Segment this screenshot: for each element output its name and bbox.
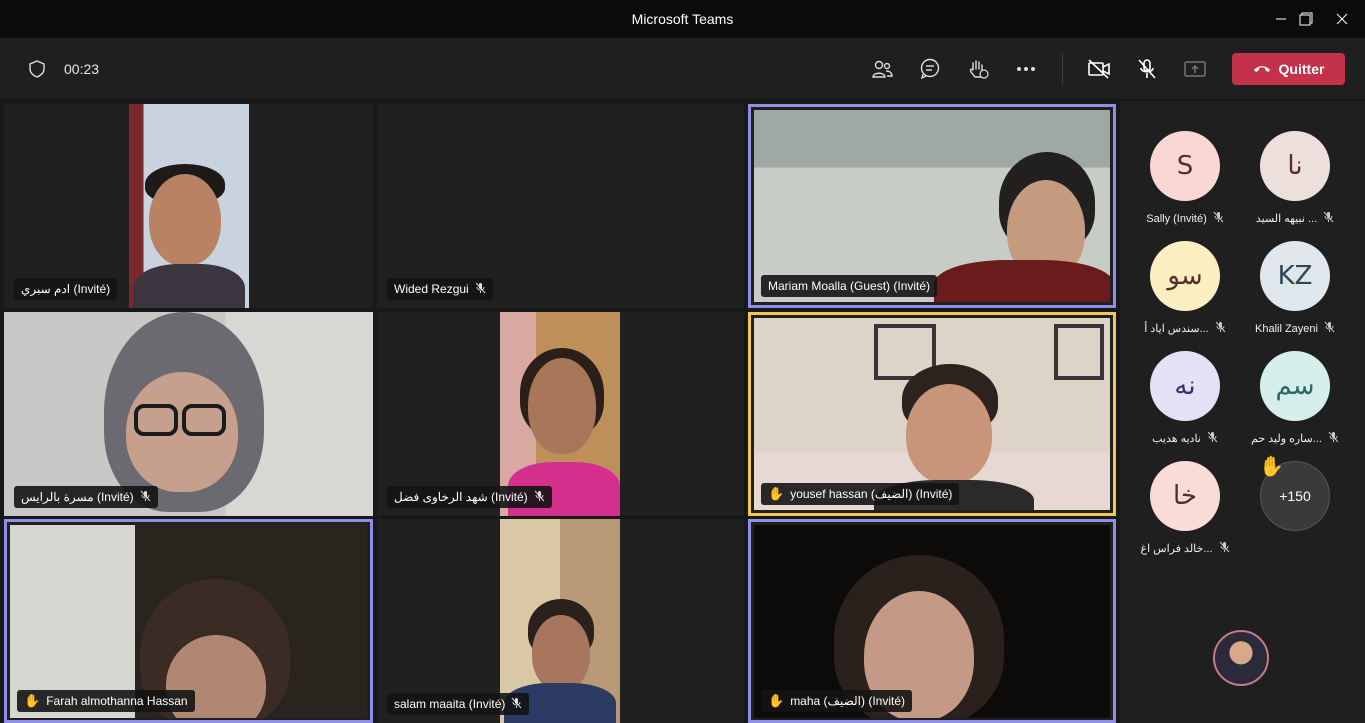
roster-person[interactable]: نا نبيهه السيد ... bbox=[1240, 131, 1350, 226]
roster-person[interactable]: S Sally (Invité) bbox=[1130, 131, 1240, 226]
avatar: خا bbox=[1150, 461, 1220, 531]
more-icon[interactable] bbox=[1011, 54, 1041, 84]
mic-off-icon[interactable] bbox=[1132, 54, 1162, 84]
people-icon[interactable] bbox=[867, 54, 897, 84]
roster-name: Sally (Invité) bbox=[1146, 212, 1207, 225]
overflow-count: ✋ +150 bbox=[1259, 456, 1330, 531]
avatar: KZ bbox=[1260, 241, 1330, 311]
participant-name-tag: Wided Rezgui bbox=[387, 278, 493, 300]
mic-off-icon bbox=[1324, 321, 1335, 336]
video-tile[interactable]: مسرة بالرايس (Invité) bbox=[4, 312, 373, 516]
mic-off-icon bbox=[1215, 321, 1226, 336]
participant-name-tag: ادم سبري (Invité) bbox=[14, 278, 118, 300]
participant-name: Farah almothanna Hassan bbox=[46, 694, 188, 708]
video-tile[interactable]: شهد الرخاوى فضل (Invité) bbox=[377, 312, 744, 516]
participant-video bbox=[754, 110, 1110, 302]
window-title: Microsoft Teams bbox=[631, 11, 734, 27]
roster-name: خالد فراس اغ... bbox=[1140, 543, 1213, 555]
participant-name-tag: مسرة بالرايس (Invité) bbox=[14, 486, 158, 508]
camera-off-icon[interactable] bbox=[1084, 54, 1114, 84]
mic-off-icon bbox=[1213, 211, 1224, 226]
video-tile[interactable]: ✋ Farah almothanna Hassan bbox=[4, 519, 373, 723]
participant-video bbox=[754, 318, 1110, 510]
avatar: نا bbox=[1260, 131, 1330, 201]
roster-name-row: ناديه هديب bbox=[1130, 431, 1240, 446]
mic-off-icon bbox=[140, 490, 151, 505]
participant-name: ادم سبري (Invité) bbox=[21, 282, 111, 296]
avatar: نه bbox=[1150, 351, 1220, 421]
avatar: S bbox=[1150, 131, 1220, 201]
video-grid: ادم سبري (Invité) Wided Rezgui Mariam Mo… bbox=[0, 101, 1120, 723]
mic-off-icon bbox=[1207, 431, 1218, 446]
mic-off-icon bbox=[1323, 211, 1334, 226]
mic-off-icon bbox=[511, 697, 522, 712]
participant-name-tag: شهد الرخاوى فضل (Invité) bbox=[387, 486, 552, 508]
leave-button[interactable]: Quitter bbox=[1232, 53, 1345, 85]
participant-name-tag: Mariam Moalla (Guest) (Invité) bbox=[761, 275, 938, 297]
toolbar-divider bbox=[1062, 53, 1063, 85]
participant-gallery: S Sally (Invité) نا نبيهه السيد ... سو س… bbox=[1120, 101, 1365, 589]
participant-name: مسرة بالرايس (Invité) bbox=[21, 490, 134, 504]
roster-name-row: Khalil Zayeni bbox=[1240, 321, 1350, 336]
roster-person[interactable]: سم ساره وليد حم... bbox=[1240, 351, 1350, 446]
close-icon[interactable] bbox=[1319, 0, 1365, 38]
roster-name-row: خالد فراس اغ... bbox=[1130, 541, 1240, 556]
raised-hand-icon: ✋ bbox=[1259, 456, 1284, 478]
roster-name: نبيهه السيد ... bbox=[1255, 213, 1318, 225]
raised-hand-icon: ✋ bbox=[768, 693, 785, 708]
video-tile[interactable]: Mariam Moalla (Guest) (Invité) bbox=[748, 104, 1116, 308]
raised-hand-icon: ✋ bbox=[768, 486, 785, 501]
overflow-label: +150 bbox=[1279, 488, 1311, 504]
avatar: سم bbox=[1260, 351, 1330, 421]
phone-hangup-icon bbox=[1253, 61, 1271, 77]
participant-name-tag: ✋ maha (الضيف) (Invité) bbox=[761, 690, 913, 712]
roster-name-row: نبيهه السيد ... bbox=[1240, 211, 1350, 226]
participant-name: yousef hassan (الضيف) (Invité) bbox=[790, 487, 953, 501]
participant-name-tag: ✋ Farah almothanna Hassan bbox=[17, 690, 195, 712]
raised-hand-icon: ✋ bbox=[24, 693, 41, 708]
video-tile[interactable]: salam maaita (Invité) bbox=[377, 519, 744, 723]
raise-hand-icon[interactable] bbox=[963, 54, 993, 84]
roster-name-row: ساره وليد حم... bbox=[1240, 431, 1350, 446]
roster-name: Khalil Zayeni bbox=[1255, 322, 1318, 335]
meeting-timer: 00:23 bbox=[64, 61, 100, 77]
participant-name: salam maaita (Invité) bbox=[394, 697, 506, 711]
roster-name: سندس اياد أ... bbox=[1144, 323, 1209, 335]
mic-off-icon bbox=[475, 282, 486, 297]
participant-video bbox=[129, 104, 249, 308]
overflow-participants-button[interactable]: ✋ +150 bbox=[1240, 456, 1350, 531]
roster-person[interactable]: نه ناديه هديب bbox=[1130, 351, 1240, 446]
participant-name-tag: ✋ yousef hassan (الضيف) (Invité) bbox=[761, 483, 960, 505]
roster-name-row: Sally (Invité) bbox=[1130, 211, 1240, 226]
roster-name: ساره وليد حم... bbox=[1251, 433, 1322, 445]
self-view-avatar[interactable] bbox=[1213, 630, 1269, 686]
roster-name: ناديه هديب bbox=[1152, 433, 1201, 445]
participant-name: شهد الرخاوى فضل (Invité) bbox=[394, 490, 528, 504]
video-tile[interactable]: ✋ yousef hassan (الضيف) (Invité) bbox=[748, 312, 1116, 516]
leave-label: Quitter bbox=[1278, 61, 1325, 77]
mic-off-icon bbox=[534, 490, 545, 505]
participant-name: maha (الضيف) (Invité) bbox=[790, 694, 906, 708]
share-icon[interactable] bbox=[1180, 54, 1210, 84]
roster-person[interactable]: سو سندس اياد أ... bbox=[1130, 241, 1240, 336]
shield-icon[interactable] bbox=[22, 54, 52, 84]
meeting-toolbar: 00:23 Quitter bbox=[0, 38, 1365, 100]
roster-person[interactable]: KZ Khalil Zayeni bbox=[1240, 241, 1350, 336]
mic-off-icon bbox=[1219, 541, 1230, 556]
participant-name: Mariam Moalla (Guest) (Invité) bbox=[768, 279, 931, 293]
chat-icon[interactable] bbox=[915, 54, 945, 84]
participant-name: Wided Rezgui bbox=[394, 282, 469, 296]
roster-person[interactable]: خا خالد فراس اغ... bbox=[1130, 461, 1240, 556]
video-tile[interactable]: ادم سبري (Invité) bbox=[4, 104, 373, 308]
roster-name-row: سندس اياد أ... bbox=[1130, 321, 1240, 336]
video-tile[interactable]: ✋ maha (الضيف) (Invité) bbox=[748, 519, 1116, 723]
video-tile[interactable]: Wided Rezgui bbox=[377, 104, 744, 308]
participant-name-tag: salam maaita (Invité) bbox=[387, 693, 530, 715]
mic-off-icon bbox=[1328, 431, 1339, 446]
title-bar: Microsoft Teams bbox=[0, 0, 1365, 38]
avatar: سو bbox=[1150, 241, 1220, 311]
